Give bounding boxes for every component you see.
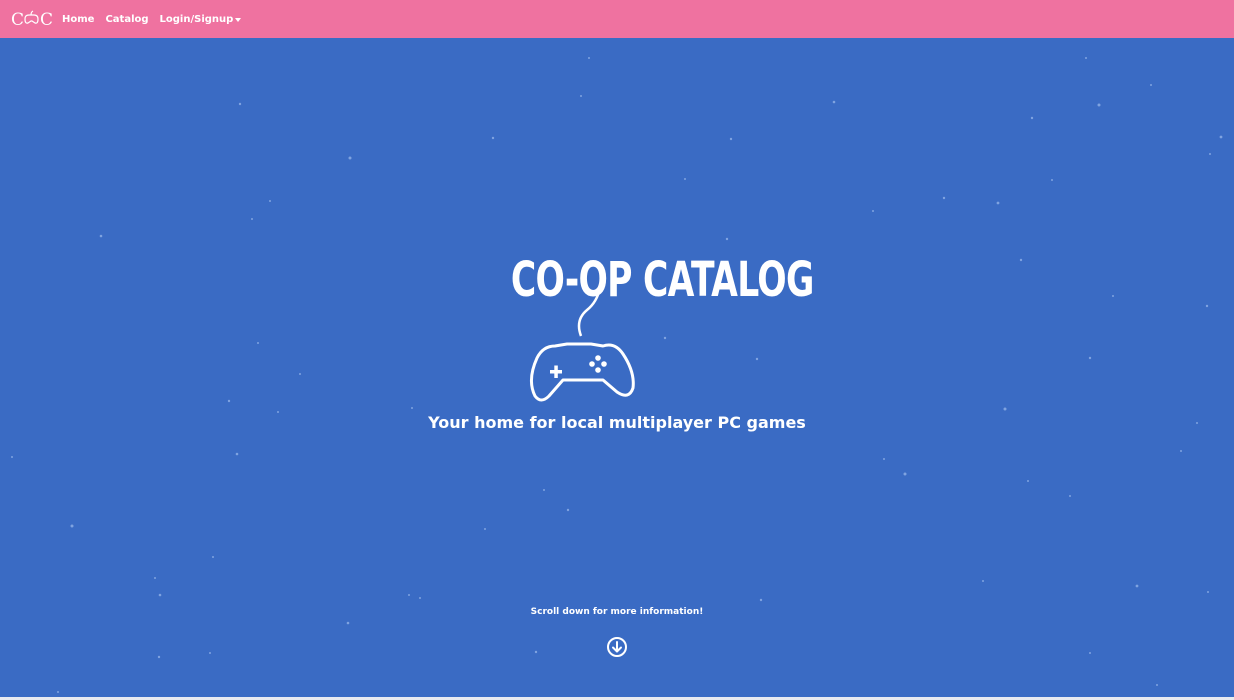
caret-down-icon xyxy=(235,17,242,22)
svg-text:C: C xyxy=(11,10,24,29)
hero-tagline: Your home for local multiplayer PC games xyxy=(428,413,806,432)
hero-section: CO-OP CATALOG Your home for local multip… xyxy=(0,38,1234,700)
logo-icon: C C xyxy=(11,10,53,29)
site-logo[interactable]: C C xyxy=(10,9,54,29)
arrow-down-circle-icon[interactable] xyxy=(606,636,628,658)
top-navbar: C C Home Catalog Login/Signup xyxy=(0,0,1234,38)
hero-logo: CO-OP CATALOG xyxy=(470,248,814,408)
scroll-hint-text: Scroll down for more information! xyxy=(530,607,704,617)
nav-catalog-link[interactable]: Catalog xyxy=(105,14,148,25)
nav-login-signup-label: Login/Signup xyxy=(159,13,234,25)
nav-home-link[interactable]: Home xyxy=(62,14,94,25)
nav-login-signup-dropdown[interactable]: Login/Signup xyxy=(160,14,242,25)
svg-text:C: C xyxy=(40,10,53,29)
gamepad-icon xyxy=(530,288,635,402)
